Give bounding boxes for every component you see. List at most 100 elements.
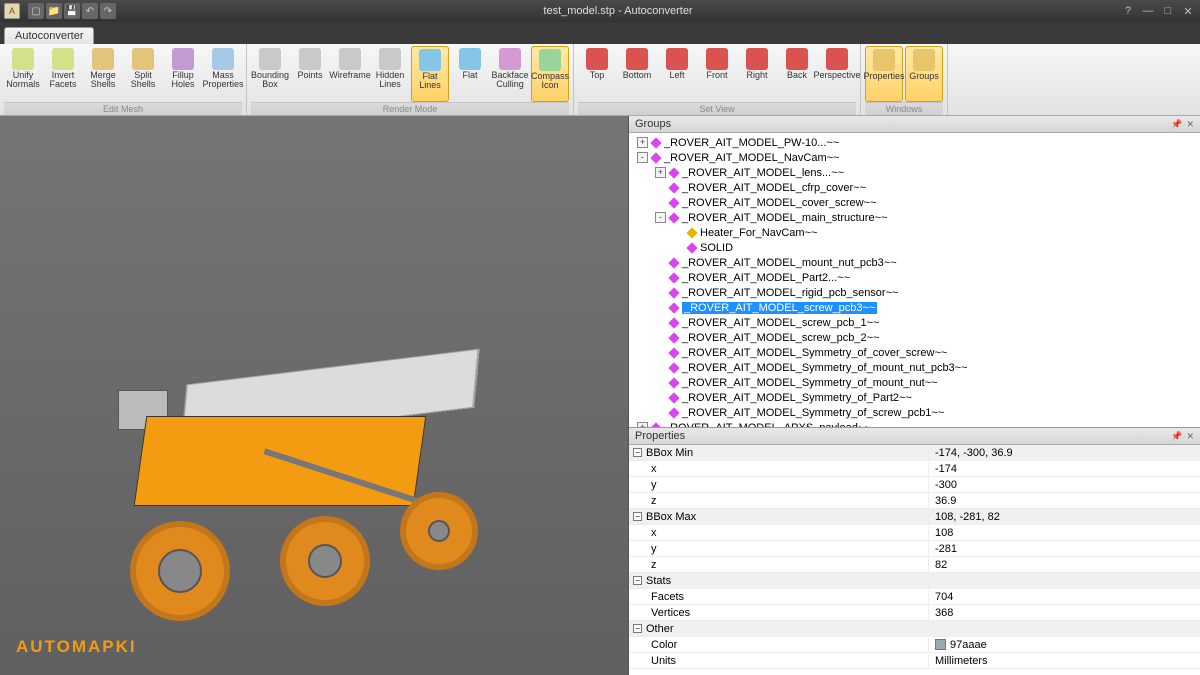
property-row[interactable]: x-174: [629, 461, 1200, 477]
property-category[interactable]: −BBox Max108, -281, 82: [629, 509, 1200, 525]
property-category[interactable]: −Stats: [629, 573, 1200, 589]
tree-node[interactable]: _ROVER_AIT_MODEL_Part2...~~: [629, 270, 1200, 285]
property-row[interactable]: Vertices368: [629, 605, 1200, 621]
panel-close-icon[interactable]: ✕: [1186, 119, 1194, 130]
tree-node[interactable]: SOLID: [629, 240, 1200, 255]
property-key: z: [629, 558, 929, 572]
pin-icon[interactable]: 📌: [1171, 431, 1182, 442]
ribbon-button[interactable]: Groups: [905, 46, 943, 102]
expand-icon[interactable]: +: [655, 167, 666, 178]
viewport-3d[interactable]: AUTOMAPKI: [0, 116, 628, 675]
ribbon-button[interactable]: Compass Icon: [531, 46, 569, 102]
tab-autoconverter[interactable]: Autoconverter: [4, 27, 94, 44]
ribbon-button[interactable]: Hidden Lines: [371, 46, 409, 102]
ribbon-button[interactable]: Top: [578, 46, 616, 102]
tree-node[interactable]: _ROVER_AIT_MODEL_Symmetry_of_cover_screw…: [629, 345, 1200, 360]
ribbon-button[interactable]: Flat Lines: [411, 46, 449, 102]
property-category[interactable]: −Other: [629, 621, 1200, 637]
ribbon-label: Invert Facets: [49, 71, 76, 89]
tree-node[interactable]: +_ROVER_AIT_MODEL_PW-10...~~: [629, 135, 1200, 150]
ribbon-button[interactable]: Mass Properties: [204, 46, 242, 102]
property-row[interactable]: z82: [629, 557, 1200, 573]
collapse-icon[interactable]: −: [633, 576, 642, 585]
tree-node[interactable]: _ROVER_AIT_MODEL_screw_pcb3~~: [629, 300, 1200, 315]
collapse-icon[interactable]: -: [655, 212, 666, 223]
tree-node[interactable]: _ROVER_AIT_MODEL_rigid_pcb_sensor~~: [629, 285, 1200, 300]
property-row[interactable]: y-300: [629, 477, 1200, 493]
tree-node[interactable]: _ROVER_AIT_MODEL_Symmetry_of_mount_nut_p…: [629, 360, 1200, 375]
collapse-icon[interactable]: −: [633, 512, 642, 521]
tree-node[interactable]: _ROVER_AIT_MODEL_Symmetry_of_mount_nut~~: [629, 375, 1200, 390]
close-button[interactable]: ✕: [1180, 5, 1196, 18]
ribbon-button[interactable]: Back: [778, 46, 816, 102]
tree-node[interactable]: +_ROVER_AIT_MODEL_lens...~~: [629, 165, 1200, 180]
ribbon-label: Bounding Box: [251, 71, 289, 89]
tree-node[interactable]: _ROVER_AIT_MODEL_Symmetry_of_screw_pcb1~…: [629, 405, 1200, 420]
property-key: −Other: [629, 622, 929, 636]
property-category[interactable]: −BBox Min-174, -300, 36.9: [629, 445, 1200, 461]
properties-panel-header[interactable]: Properties 📌 ✕: [629, 428, 1200, 445]
ribbon-button[interactable]: Flat: [451, 46, 489, 102]
ribbon-button[interactable]: Invert Facets: [44, 46, 82, 102]
groups-tree[interactable]: +_ROVER_AIT_MODEL_PW-10...~~-_ROVER_AIT_…: [629, 133, 1200, 428]
expand-icon[interactable]: +: [637, 137, 648, 148]
ribbon-label: Right: [746, 71, 767, 80]
minimize-button[interactable]: —: [1140, 5, 1156, 18]
node-label: _ROVER_AIT_MODEL_rigid_pcb_sensor~~: [682, 287, 898, 299]
tree-node[interactable]: _ROVER_AIT_MODEL_screw_pcb_1~~: [629, 315, 1200, 330]
qat-redo-icon[interactable]: ↷: [100, 3, 116, 19]
ribbon-button[interactable]: Split Shells: [124, 46, 162, 102]
properties-grid[interactable]: −BBox Min-174, -300, 36.9x-174y-300z36.9…: [629, 445, 1200, 675]
window-title: test_model.stp - Autoconverter: [116, 5, 1120, 17]
qat-save-icon[interactable]: 💾: [64, 3, 80, 19]
collapse-icon[interactable]: −: [633, 624, 642, 633]
panel-close-icon[interactable]: ✕: [1186, 431, 1194, 442]
tree-node[interactable]: _ROVER_AIT_MODEL_screw_pcb_2~~: [629, 330, 1200, 345]
property-row[interactable]: z36.9: [629, 493, 1200, 509]
ribbon-button[interactable]: Unify Normals: [4, 46, 42, 102]
help-icon[interactable]: ?: [1120, 5, 1136, 18]
node-label: _ROVER_AIT_MODEL_Symmetry_of_mount_nut~~: [682, 377, 938, 389]
ribbon-button[interactable]: Perspective: [818, 46, 856, 102]
tree-node[interactable]: _ROVER_AIT_MODEL_mount_nut_pcb3~~: [629, 255, 1200, 270]
tab-bar: Autoconverter: [0, 22, 1200, 44]
tree-node[interactable]: Heater_For_NavCam~~: [629, 225, 1200, 240]
node-icon: [668, 197, 679, 208]
property-row[interactable]: x108: [629, 525, 1200, 541]
rover-model: [60, 296, 580, 626]
pin-icon[interactable]: 📌: [1171, 119, 1182, 130]
property-row[interactable]: Color97aaae: [629, 637, 1200, 653]
collapse-icon[interactable]: −: [633, 448, 642, 457]
ribbon-button[interactable]: Backface Culling: [491, 46, 529, 102]
ribbon-button[interactable]: Fillup Holes: [164, 46, 202, 102]
watermark: AUTOMAPKI: [16, 637, 137, 657]
ribbon-button[interactable]: Bounding Box: [251, 46, 289, 102]
qat-open-icon[interactable]: 📁: [46, 3, 62, 19]
ribbon-button[interactable]: Properties: [865, 46, 903, 102]
property-row[interactable]: UnitsMillimeters: [629, 653, 1200, 669]
property-key: z: [629, 494, 929, 508]
groups-panel-header[interactable]: Groups 📌 ✕: [629, 116, 1200, 133]
ribbon-button[interactable]: Points: [291, 46, 329, 102]
ribbon-button[interactable]: Right: [738, 46, 776, 102]
tree-node[interactable]: -_ROVER_AIT_MODEL_NavCam~~: [629, 150, 1200, 165]
ribbon-button[interactable]: Left: [658, 46, 696, 102]
ribbon-icon: [172, 48, 194, 70]
property-row[interactable]: Facets704: [629, 589, 1200, 605]
property-row[interactable]: y-281: [629, 541, 1200, 557]
qat-undo-icon[interactable]: ↶: [82, 3, 98, 19]
node-icon: [668, 302, 679, 313]
qat-new-icon[interactable]: ▢: [28, 3, 44, 19]
title-bar: A ▢ 📁 💾 ↶ ↷ test_model.stp - Autoconvert…: [0, 0, 1200, 22]
tree-node[interactable]: -_ROVER_AIT_MODEL_main_structure~~: [629, 210, 1200, 225]
ribbon-button[interactable]: Front: [698, 46, 736, 102]
tree-node[interactable]: _ROVER_AIT_MODEL_Symmetry_of_Part2~~: [629, 390, 1200, 405]
tree-node[interactable]: _ROVER_AIT_MODEL_cfrp_cover~~: [629, 180, 1200, 195]
ribbon-button[interactable]: Bottom: [618, 46, 656, 102]
ribbon-button[interactable]: Merge Shells: [84, 46, 122, 102]
collapse-icon[interactable]: -: [637, 152, 648, 163]
tree-node[interactable]: _ROVER_AIT_MODEL_cover_screw~~: [629, 195, 1200, 210]
maximize-button[interactable]: □: [1160, 5, 1176, 18]
tree-node[interactable]: +_ROVER_AIT_MODEL_APXS_payload~~: [629, 420, 1200, 428]
ribbon-button[interactable]: Wireframe: [331, 46, 369, 102]
